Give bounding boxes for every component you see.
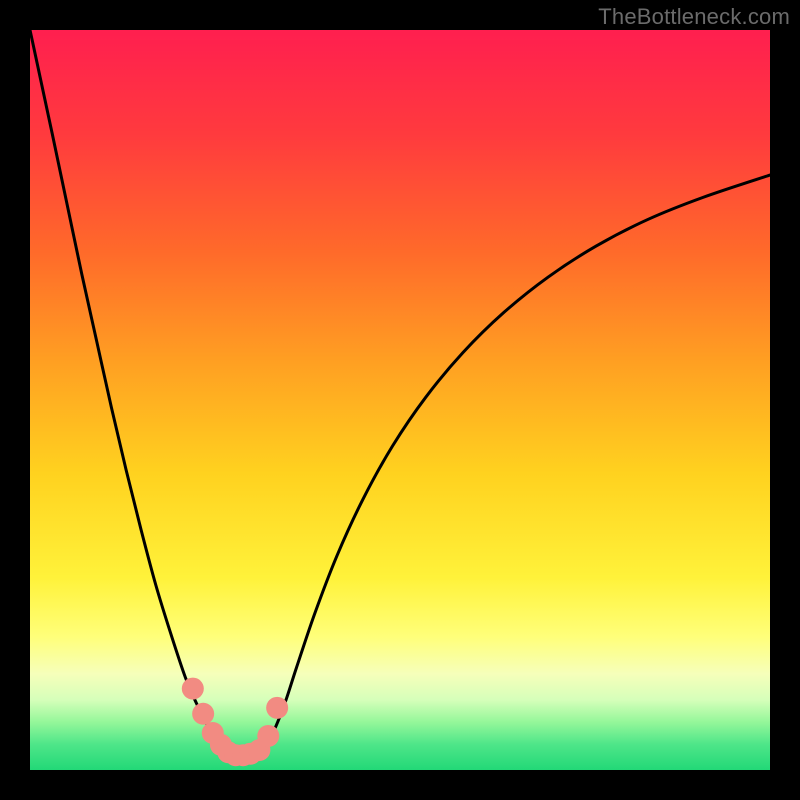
bottleneck-marker bbox=[266, 697, 288, 719]
bottleneck-marker bbox=[192, 703, 214, 725]
bottleneck-chart bbox=[30, 30, 770, 770]
chart-svg bbox=[30, 30, 770, 770]
bottleneck-marker bbox=[182, 678, 204, 700]
watermark-text: TheBottleneck.com bbox=[598, 4, 790, 30]
chart-background bbox=[30, 30, 770, 770]
chart-frame: TheBottleneck.com bbox=[0, 0, 800, 800]
bottleneck-marker bbox=[257, 725, 279, 747]
